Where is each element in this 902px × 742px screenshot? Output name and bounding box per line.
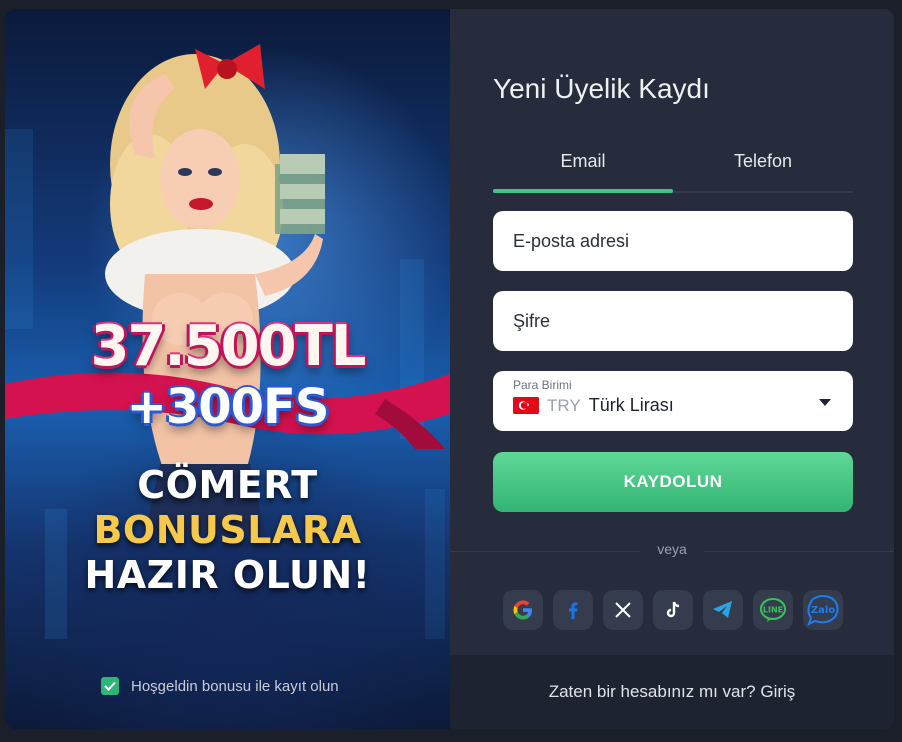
freespins-amount: +300FS (126, 379, 330, 435)
welcome-bonus-option[interactable]: Hoşgeldin bonusu ile kayıt olun (101, 677, 339, 695)
register-button[interactable]: KAYDOLUN (493, 452, 853, 512)
x-login-button[interactable] (603, 590, 643, 630)
bonus-checkbox[interactable] (101, 677, 119, 695)
slogan-line-1: CÖMERT (137, 463, 318, 507)
bonus-amount: 37.500TL (90, 314, 367, 379)
google-icon (513, 600, 532, 620)
chevron-down-icon (819, 399, 831, 406)
telegram-login-button[interactable] (703, 590, 743, 630)
tiktok-icon (666, 601, 680, 618)
currency-label: Para Birimi (513, 378, 572, 392)
email-placeholder: E-posta adresi (513, 230, 630, 251)
x-icon (615, 602, 631, 618)
turkey-flag-icon (513, 397, 539, 414)
google-login-button[interactable] (503, 590, 543, 630)
currency-code: TRY (547, 395, 581, 415)
decor-stripe (5, 129, 33, 329)
zalo-icon: Zalo (807, 595, 839, 626)
social-login-buttons: LINE Zalo (503, 590, 843, 630)
line-icon: LINE (760, 598, 786, 622)
slogan-line-2: BONUSLARA (93, 508, 362, 552)
or-separator: veya (640, 541, 704, 557)
currency-name: Türk Lirası (588, 395, 674, 415)
facebook-icon (569, 602, 578, 619)
registration-modal: 37.500TL +300FS CÖMERT BONUSLARA HAZIR O… (5, 9, 894, 729)
login-prompt: Zaten bir hesabınız mı var? Giriş (450, 655, 894, 729)
signup-method-tabs: Email Telefon (493, 145, 853, 193)
email-field[interactable]: E-posta adresi (493, 211, 853, 271)
promo-banner: 37.500TL +300FS CÖMERT BONUSLARA HAZIR O… (5, 9, 450, 729)
password-placeholder: Şifre (513, 310, 551, 331)
svg-text:LINE: LINE (763, 606, 783, 615)
telegram-icon (713, 601, 732, 618)
facebook-login-button[interactable] (553, 590, 593, 630)
slogan-line-3: HAZIR OLUN! (84, 553, 371, 597)
tab-telefon[interactable]: Telefon (673, 145, 853, 191)
tiktok-login-button[interactable] (653, 590, 693, 630)
footer-text: Zaten bir hesabınız mı var? (548, 682, 756, 701)
svg-text:Zalo: Zalo (811, 605, 835, 616)
registration-form: Yeni Üyelik Kaydı Email Telefon E-posta … (450, 9, 894, 729)
password-field[interactable]: Şifre (493, 291, 853, 351)
tab-email[interactable]: Email (493, 145, 673, 193)
page-title: Yeni Üyelik Kaydı (493, 73, 710, 104)
line-login-button[interactable]: LINE (753, 590, 793, 630)
zalo-login-button[interactable]: Zalo (803, 590, 843, 630)
check-icon (104, 681, 116, 691)
login-link[interactable]: Giriş (760, 682, 795, 701)
currency-select[interactable]: Para Birimi TRY Türk Lirası (493, 371, 853, 431)
bonus-checkbox-label: Hoşgeldin bonusu ile kayıt olun (131, 677, 339, 695)
